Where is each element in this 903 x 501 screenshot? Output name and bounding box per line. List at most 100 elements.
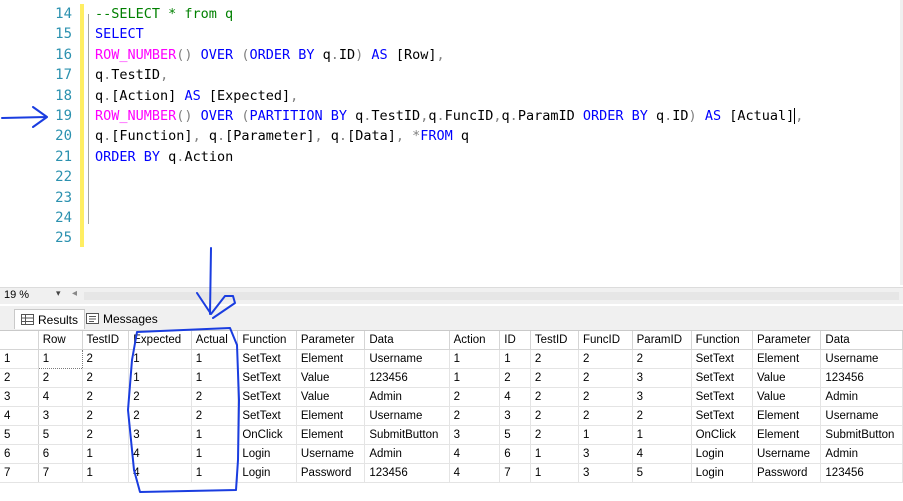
column-header[interactable]: TestID — [82, 331, 130, 350]
table-cell[interactable]: SetText — [237, 387, 297, 407]
zoom-level[interactable]: 19 % — [4, 289, 29, 301]
table-cell[interactable]: 2 — [191, 387, 239, 407]
table-cell[interactable]: 123456 — [820, 463, 903, 483]
table-cell[interactable]: 5 — [499, 425, 531, 445]
table-cell[interactable]: 1 — [82, 463, 130, 483]
table-cell[interactable]: 123456 — [364, 463, 450, 483]
table-cell[interactable]: 2 — [530, 349, 579, 369]
column-header[interactable]: Actual — [191, 331, 239, 350]
table-cell[interactable]: 1 — [632, 425, 692, 445]
table-row[interactable]: 6 6 1 4 1 Login Username Admin 4 6 1 3 4 Login Usernam… — [0, 444, 903, 464]
query-editor[interactable]: 14 15 16 17 18 19 20 21 22 23 24 25 --SELECT * from… — [0, 0, 903, 285]
results-table[interactable]: Row TestID Expected Actual Function Parameter… — [0, 331, 903, 483]
column-header[interactable]: Parameter — [296, 331, 366, 350]
table-cell[interactable]: Admin — [364, 444, 450, 464]
table-cell[interactable]: 2 — [530, 406, 579, 426]
table-cell[interactable]: 4 — [632, 444, 692, 464]
code-line[interactable]: ROW_NUMBER() OVER (ORDER BY q.ID) AS [Ro… — [95, 45, 803, 65]
table-cell[interactable]: 1 — [449, 368, 501, 388]
column-header[interactable]: FuncID — [578, 331, 633, 350]
table-cell[interactable]: SetText — [691, 406, 753, 426]
table-row[interactable]: 2 2 2 1 1 SetText Value 123456 1 2 2 2 3 SetText Value… — [0, 368, 903, 388]
table-cell[interactable]: 4 — [38, 387, 83, 407]
table-cell[interactable]: Element — [296, 425, 366, 445]
table-row[interactable]: 4 3 2 2 2 SetText Element Username 2 3 2 2 2 SetText E… — [0, 406, 903, 426]
table-cell[interactable]: Element — [752, 349, 822, 369]
column-header[interactable]: Parameter — [752, 331, 822, 350]
table-cell[interactable]: 2 — [449, 387, 501, 407]
table-cell[interactable]: SetText — [691, 387, 753, 407]
results-grid[interactable]: Row TestID Expected Actual Function Parameter… — [0, 331, 903, 501]
table-cell[interactable]: 3 — [632, 368, 692, 388]
column-header[interactable]: Data — [364, 331, 450, 350]
table-cell[interactable]: 1 — [499, 349, 531, 369]
code-line[interactable]: SELECT — [95, 24, 803, 44]
table-cell[interactable]: Username — [296, 444, 366, 464]
table-cell[interactable]: Login — [691, 463, 753, 483]
table-cell[interactable]: Element — [296, 406, 366, 426]
table-cell[interactable]: 2 — [578, 406, 633, 426]
code-line[interactable]: ROW_NUMBER() OVER (PARTITION BY q.TestID… — [95, 106, 803, 126]
table-cell[interactable]: 2 — [82, 349, 130, 369]
table-cell[interactable]: 5 — [38, 425, 83, 445]
table-cell[interactable]: 2 — [578, 387, 633, 407]
table-cell[interactable]: Username — [820, 406, 903, 426]
column-header[interactable]: Row — [38, 331, 83, 350]
table-cell[interactable]: 2 — [578, 349, 633, 369]
table-cell[interactable]: 4 — [449, 444, 501, 464]
table-cell[interactable]: OnClick — [691, 425, 753, 445]
row-number[interactable]: 3 — [0, 387, 39, 407]
table-cell[interactable]: Login — [237, 444, 297, 464]
table-cell[interactable]: 123456 — [820, 368, 903, 388]
code-line[interactable]: --SELECT * from q — [95, 4, 803, 24]
table-cell[interactable]: 1 — [191, 425, 239, 445]
table-cell[interactable]: Element — [752, 425, 822, 445]
table-cell[interactable]: 2 — [578, 368, 633, 388]
table-cell[interactable]: Login — [237, 463, 297, 483]
table-cell[interactable]: SetText — [691, 368, 753, 388]
table-cell[interactable]: Username — [752, 444, 822, 464]
zoom-dropdown-icon[interactable]: ▾ — [56, 288, 61, 299]
table-cell[interactable]: 2 — [530, 425, 579, 445]
table-cell[interactable]: 4 — [128, 444, 192, 464]
table-cell[interactable]: 2 — [82, 387, 130, 407]
table-cell[interactable]: 1 — [82, 444, 130, 464]
table-cell[interactable]: 3 — [449, 425, 501, 445]
code-area[interactable]: --SELECT * from q SELECT ROW_NUMBER() OVER… — [95, 4, 803, 249]
table-cell[interactable]: 2 — [82, 406, 130, 426]
table-cell[interactable]: SetText — [237, 406, 297, 426]
table-cell[interactable]: 1 — [530, 444, 579, 464]
row-number[interactable]: 4 — [0, 406, 39, 426]
table-cell[interactable]: 1 — [128, 349, 192, 369]
table-cell[interactable]: 2 — [449, 406, 501, 426]
table-cell[interactable]: Admin — [820, 387, 903, 407]
row-number[interactable]: 2 — [0, 368, 39, 388]
table-cell[interactable]: 2 — [632, 406, 692, 426]
table-cell[interactable]: 3 — [499, 406, 531, 426]
table-cell[interactable]: SubmitButton — [820, 425, 903, 445]
code-line[interactable] — [95, 188, 803, 208]
row-number[interactable]: 6 — [0, 444, 39, 464]
row-number[interactable]: 5 — [0, 425, 39, 445]
table-row[interactable]: 3 4 2 2 2 SetText Value Admin 2 4 2 2 3 SetText Value A… — [0, 387, 903, 407]
table-cell[interactable]: 2 — [82, 368, 130, 388]
table-cell[interactable]: 4 — [499, 387, 531, 407]
code-line[interactable]: q.[Function], q.[Parameter], q.[Data], *… — [95, 126, 803, 146]
column-header[interactable]: Function — [691, 331, 753, 350]
table-cell[interactable]: SetText — [237, 349, 297, 369]
code-line[interactable] — [95, 208, 803, 228]
table-cell[interactable]: SetText — [237, 368, 297, 388]
column-header[interactable]: ParamID — [632, 331, 692, 350]
table-cell[interactable]: 1 — [578, 425, 633, 445]
table-cell[interactable]: 5 — [632, 463, 692, 483]
table-cell[interactable]: Login — [691, 444, 753, 464]
table-row[interactable]: 1 1 2 1 1 SetText Element Username 1 1 2 2 2 SetText E… — [0, 349, 903, 369]
table-cell[interactable]: OnClick — [237, 425, 297, 445]
table-cell[interactable]: 3 — [632, 387, 692, 407]
table-cell[interactable]: 1 — [37, 349, 83, 369]
column-header[interactable]: Data — [820, 331, 903, 350]
table-cell[interactable]: 6 — [499, 444, 531, 464]
table-cell[interactable]: 2 — [499, 368, 531, 388]
table-cell[interactable]: 6 — [38, 444, 83, 464]
table-cell[interactable]: 1 — [191, 368, 239, 388]
